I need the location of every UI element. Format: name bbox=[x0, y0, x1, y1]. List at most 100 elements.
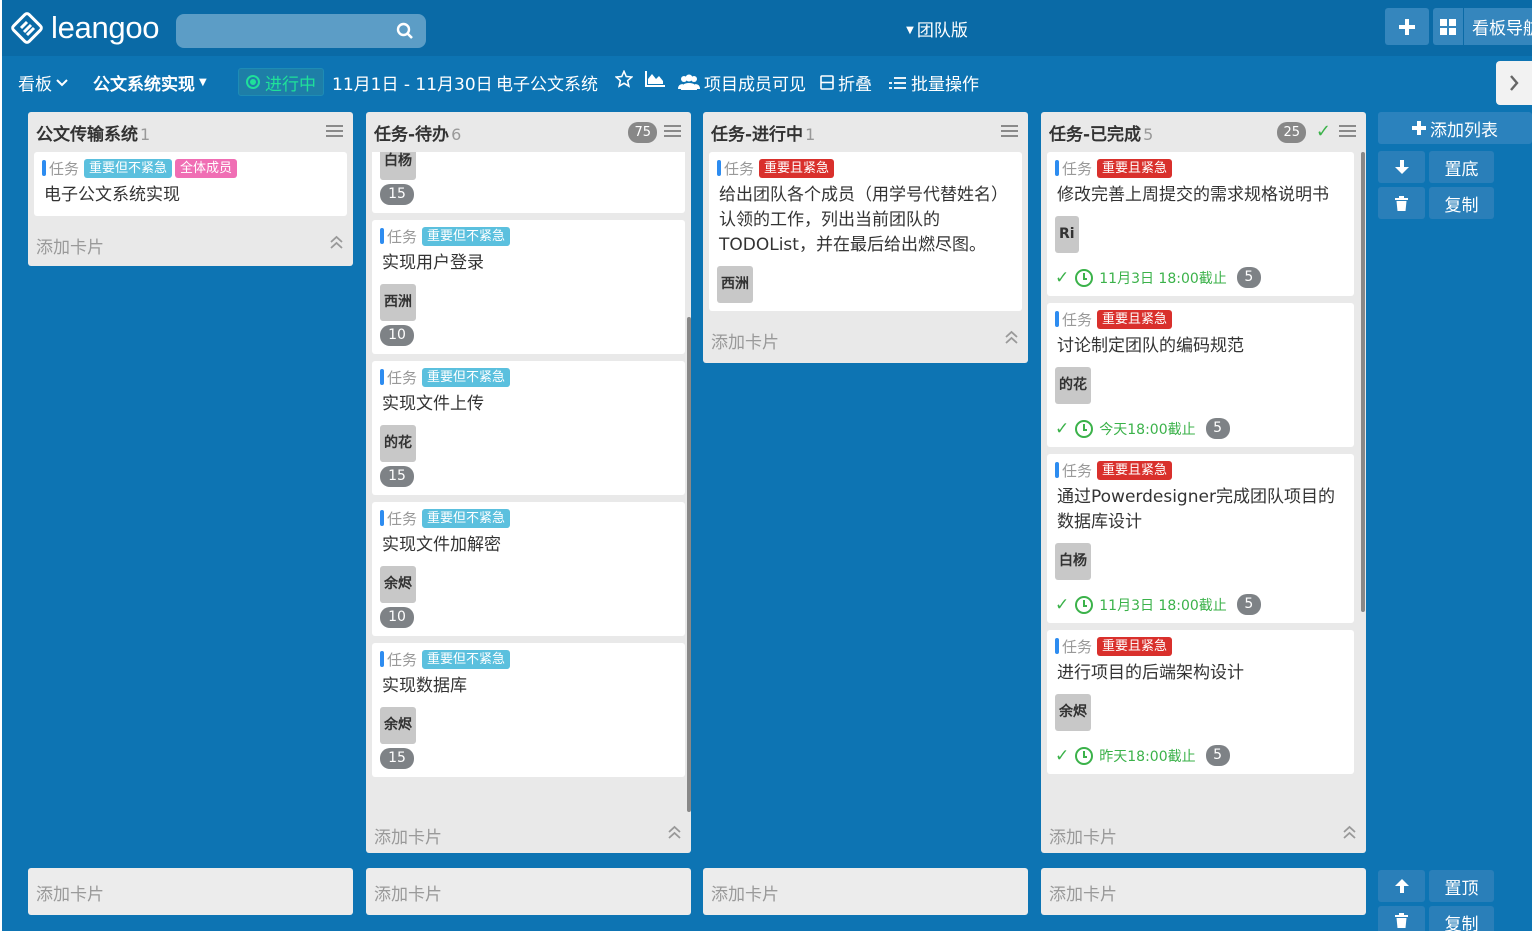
menu-icon[interactable] bbox=[1339, 125, 1356, 140]
move-bottom-button[interactable]: 置底 bbox=[1429, 151, 1494, 183]
check-icon[interactable]: ✓ bbox=[1316, 121, 1331, 142]
task-card[interactable]: 任务 重要但不紧急 实现用户登录 西洲 10 bbox=[372, 220, 685, 354]
label-tag: 重要但不紧急 bbox=[422, 508, 511, 528]
menu-icon[interactable] bbox=[664, 125, 681, 140]
list-count: 1 bbox=[140, 125, 151, 144]
copy-button[interactable]: 复制 bbox=[1429, 187, 1494, 219]
plus-icon bbox=[1412, 121, 1426, 135]
project-selector[interactable]: 公文系统实现 ▼ bbox=[93, 70, 207, 95]
area-chart-icon bbox=[645, 71, 665, 87]
card-title: 实现文件上传 bbox=[382, 394, 484, 414]
chart-button[interactable] bbox=[645, 70, 666, 87]
label-tag: 重要但不紧急 bbox=[84, 158, 173, 178]
check-icon: ✓ bbox=[1055, 745, 1070, 766]
menu-icon[interactable] bbox=[1001, 125, 1018, 140]
date-range[interactable]: 11月1日 - 11月30日 bbox=[332, 70, 493, 95]
type-marker bbox=[1055, 160, 1059, 176]
delete-icon-button[interactable] bbox=[1378, 187, 1425, 219]
trash-icon bbox=[1395, 195, 1408, 211]
avatar: 白杨 bbox=[1055, 543, 1091, 580]
plus-icon bbox=[1399, 18, 1415, 35]
add-button[interactable] bbox=[1385, 8, 1429, 45]
move-top-icon-button[interactable] bbox=[1378, 870, 1425, 902]
top-bar: leangoo ▼ 团队版 看板导航 bbox=[2, 0, 1532, 56]
star-button[interactable] bbox=[615, 70, 633, 88]
list-header[interactable]: 任务-已完成 5 25 ✓ bbox=[1041, 112, 1366, 152]
list-title: 任务-进行中 bbox=[711, 125, 804, 145]
points-badge: 15 bbox=[380, 184, 414, 205]
list-column: 任务-待办 6 75 白杨 15 任务 重要但不紧急 实现用户登录 西洲 10 任… bbox=[366, 112, 691, 853]
avatar: 西洲 bbox=[380, 284, 416, 321]
list-header[interactable]: 任务-进行中 1 bbox=[703, 112, 1028, 152]
double-chevron-up-icon[interactable] bbox=[1343, 825, 1356, 839]
type-marker bbox=[1055, 311, 1059, 327]
task-card[interactable]: 任务 重要且紧急 修改完善上周提交的需求规格说明书 Ri ✓ 11月3日 18:0… bbox=[1047, 152, 1354, 296]
card-title: 通过Powerdesigner完成团队项目的数据库设计 bbox=[1057, 487, 1335, 532]
task-card[interactable]: 任务 重要但不紧急 实现文件加解密 余烬 10 bbox=[372, 502, 685, 636]
edition-switcher[interactable]: ▼ 团队版 bbox=[2, 16, 1532, 41]
add-card-button[interactable]: 添加卡片 bbox=[28, 223, 353, 263]
side-panel-toggle[interactable] bbox=[1496, 61, 1532, 105]
bottom-add-card[interactable]: 添加卡片 bbox=[28, 868, 353, 915]
edition-label: 团队版 bbox=[916, 21, 968, 41]
task-card[interactable]: 任务 重要但不紧急 实现数据库 余烬 15 bbox=[372, 643, 685, 777]
add-list-button[interactable]: 添加列表 bbox=[1378, 112, 1532, 144]
move-bottom-icon-button[interactable] bbox=[1378, 151, 1425, 183]
bottom-add-card[interactable]: 添加卡片 bbox=[703, 868, 1028, 915]
fold-button[interactable]: 折叠 bbox=[820, 70, 872, 95]
board-menu[interactable]: 看板 bbox=[18, 70, 68, 95]
double-chevron-up-icon[interactable] bbox=[668, 825, 681, 839]
grid-icon bbox=[1440, 18, 1456, 35]
list-header[interactable]: 任务-待办 6 75 bbox=[366, 112, 691, 152]
task-card[interactable]: 任务 重要但不紧急 全体成员 电子公文系统实现 bbox=[34, 152, 347, 216]
menu-icon[interactable] bbox=[326, 125, 343, 140]
card-type: 任务 bbox=[387, 368, 418, 387]
points-badge: 10 bbox=[380, 607, 414, 628]
delete-icon-button[interactable] bbox=[1378, 906, 1425, 931]
double-chevron-up-icon[interactable] bbox=[330, 235, 343, 249]
task-card[interactable]: 白杨 15 bbox=[372, 152, 685, 213]
task-card[interactable]: 任务 重要且紧急 讨论制定团队的编码规范 的花 ✓ 今天18:00截止 5 bbox=[1047, 303, 1354, 447]
add-card-label: 添加卡片 bbox=[36, 238, 104, 258]
subtask-count: 5 bbox=[1205, 418, 1230, 439]
due-date: ✓ 昨天18:00截止 5 bbox=[1055, 745, 1346, 766]
add-card-button[interactable]: 添加卡片 bbox=[1041, 813, 1366, 853]
subtask-count: 5 bbox=[1236, 267, 1261, 288]
status-badge[interactable]: 进行中 bbox=[238, 68, 324, 96]
card-title: 实现用户登录 bbox=[382, 253, 484, 273]
list-header[interactable]: 公文传输系统 1 bbox=[28, 112, 353, 152]
batch-label: 批量操作 bbox=[911, 75, 979, 95]
scrollbar[interactable] bbox=[1361, 152, 1365, 612]
add-card-button[interactable]: 添加卡片 bbox=[703, 318, 1028, 358]
label-tag: 重要但不紧急 bbox=[422, 226, 511, 246]
type-marker bbox=[380, 228, 384, 244]
card-type: 任务 bbox=[724, 159, 755, 178]
task-card[interactable]: 任务 重要且紧急 进行项目的后端架构设计 余烬 ✓ 昨天18:00截止 5 bbox=[1047, 630, 1354, 774]
double-chevron-up-icon[interactable] bbox=[1005, 330, 1018, 344]
add-card-label: 添加卡片 bbox=[374, 828, 442, 848]
scrollbar[interactable] bbox=[687, 317, 691, 812]
due-label: 11月3日 18:00截止 bbox=[1099, 270, 1227, 287]
bottom-add-card[interactable]: 添加卡片 bbox=[366, 868, 691, 915]
bottom-add-card[interactable]: 添加卡片 bbox=[1041, 868, 1366, 915]
list-title: 任务-已完成 bbox=[1049, 125, 1142, 145]
batch-button[interactable]: 批量操作 bbox=[889, 70, 979, 95]
task-card[interactable]: 任务 重要但不紧急 实现文件上传 的花 15 bbox=[372, 361, 685, 495]
card-list: 任务 重要且紧急 修改完善上周提交的需求规格说明书 Ri ✓ 11月3日 18:0… bbox=[1041, 152, 1366, 813]
task-card[interactable]: 任务 重要且紧急 给出团队各个成员（用学号代替姓名）认领的工作，列出当前团队的T… bbox=[709, 152, 1022, 311]
board-toolbar: 看板 公文系统实现 ▼ 进行中 11月1日 - 11月30日 电子公文系统 项目成… bbox=[2, 56, 1532, 106]
card-type: 任务 bbox=[1062, 159, 1093, 178]
add-card-button[interactable]: 添加卡片 bbox=[366, 813, 691, 853]
board-nav-label[interactable]: 看板导航 bbox=[1464, 8, 1532, 45]
project-label[interactable]: 电子公文系统 bbox=[496, 70, 598, 95]
card-type: 任务 bbox=[387, 227, 418, 246]
task-card[interactable]: 任务 重要且紧急 通过Powerdesigner完成团队项目的数据库设计 白杨 … bbox=[1047, 454, 1354, 623]
card-title: 实现数据库 bbox=[382, 676, 467, 696]
board-nav-button[interactable] bbox=[1433, 8, 1463, 45]
copy-button[interactable]: 复制 bbox=[1429, 906, 1494, 931]
members-visible-button[interactable]: 项目成员可见 bbox=[678, 70, 806, 95]
status-dot-icon bbox=[246, 75, 260, 89]
move-top-button[interactable]: 置顶 bbox=[1429, 870, 1494, 902]
list-check-icon bbox=[889, 76, 906, 89]
list-count: 6 bbox=[451, 125, 462, 144]
